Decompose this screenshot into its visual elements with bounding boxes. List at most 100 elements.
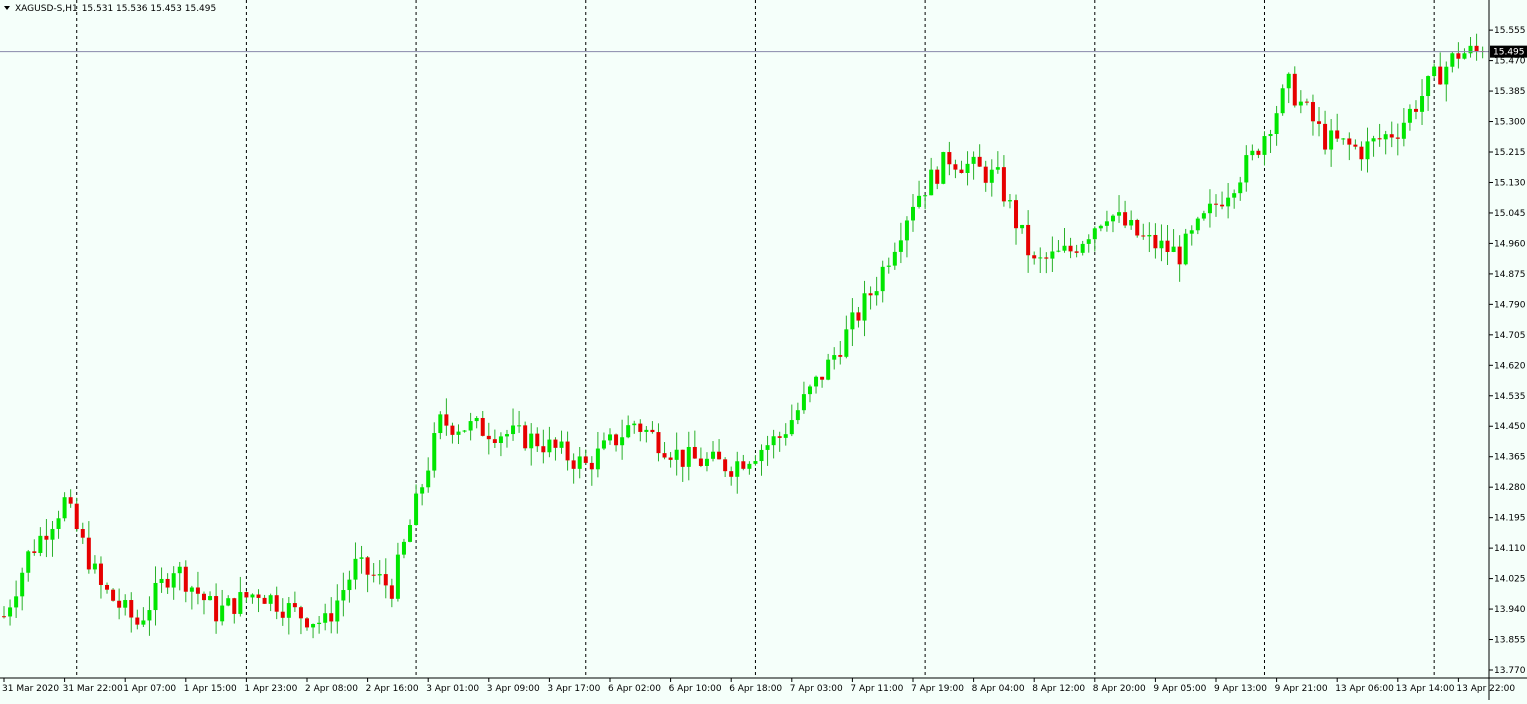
y-tick-label: 14.280 [1494,483,1526,493]
x-tick-label: 9 Apr 13:00 [1214,684,1267,694]
candle-body [117,600,122,608]
y-tick-label: 15.470 [1494,57,1526,67]
candle-body [38,535,43,553]
y-tick-label: 15.045 [1494,209,1526,219]
candle-body [668,457,673,460]
candle-body [886,265,891,267]
candle-body [698,458,703,466]
x-tick-label: 7 Apr 11:00 [850,684,903,694]
y-tick-label: 15.385 [1494,87,1526,97]
candle-body [50,528,55,540]
candle-body [686,446,691,467]
candle-body [1226,197,1231,207]
candle-body [1304,101,1309,103]
candle-body [1444,66,1449,85]
candle-body [1432,66,1437,77]
candle-body [105,584,110,590]
candle-body [1123,212,1128,226]
x-tick-label: 1 Apr 15:00 [184,684,237,694]
candle-body [214,596,219,622]
candle-body [674,449,679,460]
candle-body [1026,224,1031,256]
x-tick-label: 13 Apr 14:00 [1396,684,1455,694]
candle-body [1135,219,1140,236]
candle-body [432,433,437,471]
candle-body [2,616,6,618]
candle-body [711,451,716,459]
x-tick-label: 2 Apr 16:00 [366,684,419,694]
candle-body [1377,138,1382,140]
candle-body [1359,146,1364,160]
y-tick-label: 13.770 [1494,666,1526,676]
candle-body [1250,150,1255,156]
candle-body [844,329,849,357]
candle-body [56,518,61,529]
candle-body [1141,235,1146,237]
ohlc-label: 15.531 15.536 15.453 15.495 [82,4,217,14]
candle-body [298,607,303,619]
candle-body [729,471,734,477]
candle-body [1438,66,1443,85]
candle-body [1341,138,1346,140]
candle-body [1056,250,1061,252]
candle-body [1456,53,1461,59]
candle-body [26,551,31,573]
current-price-label: 15.495 [1493,48,1525,58]
x-tick-label: 9 Apr 05:00 [1153,684,1206,694]
candle-body [1159,240,1164,249]
candle-body [317,622,322,625]
candle-body [1001,167,1006,202]
candle-body [62,497,67,519]
candle-body [1062,245,1067,251]
candle-body [862,293,867,321]
candle-body [595,448,600,470]
candle-body [1032,255,1037,259]
candle-body [959,169,964,173]
candle-body [438,414,443,434]
candle-body [680,449,685,467]
candle-body [8,607,13,617]
y-tick-label: 15.130 [1494,178,1526,188]
candle-body [401,541,406,555]
candle-body [383,574,388,586]
candle-body [341,590,346,601]
candle-body [1129,219,1134,226]
candle-body [280,611,285,618]
candle-body [329,613,334,622]
candle-body [838,355,843,357]
candle-body [753,461,758,464]
candle-body [1050,251,1055,259]
candle-body [1450,53,1455,67]
candle-body [80,529,85,538]
price-chart[interactable]: 15.555 15.470 15.385 15.300 15.215 15.130 15.0… [0,0,1527,700]
candle-body [1207,203,1212,214]
candle-body [692,446,697,459]
candlestick-chart[interactable]: 15.555 15.470 15.385 15.300 15.215 15.130 15.0… [0,0,1527,700]
candle-body [1317,121,1322,124]
candle-body [395,554,400,599]
candle-body [274,595,279,612]
candle-body [183,566,188,592]
candle-body [620,437,625,446]
candle-body [632,423,637,426]
candle-body [741,461,746,469]
y-tick-label: 14.365 [1494,453,1526,463]
candle-body [983,166,988,183]
candle-body [74,503,79,530]
candle-body [141,620,146,625]
candle-body [644,429,649,432]
candle-body [807,386,812,395]
y-tick-label: 14.790 [1494,300,1526,310]
candle-body [565,441,570,461]
candle-body [717,451,722,460]
x-tick-label: 6 Apr 10:00 [669,684,722,694]
candle-body [880,266,885,292]
candle-body [965,163,970,173]
candle-body [535,433,540,447]
candle-body [638,423,643,432]
candle-body [1347,138,1352,145]
candle-body [650,429,655,433]
candle-body [44,535,49,540]
x-tick-label: 8 Apr 20:00 [1093,684,1146,694]
candle-body [1335,130,1340,139]
